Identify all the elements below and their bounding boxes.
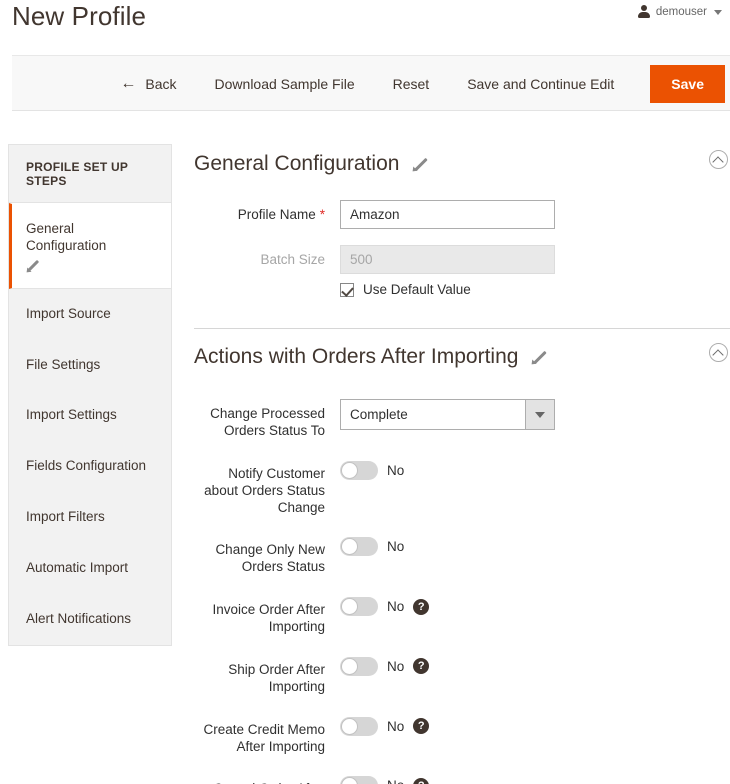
sidebar-item-label: File Settings xyxy=(26,356,101,372)
chevron-down-icon xyxy=(714,10,722,15)
page-header: New Profile demouser xyxy=(0,0,730,55)
user-name: demouser xyxy=(655,5,707,18)
toggle-row: Notify Customer about Orders Status Chan… xyxy=(194,459,730,517)
sidebar-item-alert-notifications[interactable]: Alert Notifications xyxy=(9,594,171,645)
toggle-knob xyxy=(341,598,358,616)
order-status-select[interactable]: Complete xyxy=(340,399,555,430)
profile-steps-sidebar: PROFILE SET UP STEPS General Configurati… xyxy=(8,144,172,646)
actions-section-title: Actions with Orders After Importing xyxy=(194,345,519,368)
actions-section-header: Actions with Orders After Importing xyxy=(194,337,730,377)
admin-page: New Profile demouser ← Back Download Sam… xyxy=(0,0,730,784)
general-configuration-collapse-button[interactable] xyxy=(709,150,728,169)
toggle-switch[interactable] xyxy=(340,597,378,617)
use-default-value-label: Use Default Value xyxy=(363,282,471,297)
toggle-row: Ship Order After Importing No? xyxy=(194,655,730,696)
sidebar-item-automatic-import[interactable]: Automatic Import xyxy=(9,543,171,594)
toggle-value: No xyxy=(387,718,405,734)
sidebar-item-label: Import Filters xyxy=(26,509,105,525)
sidebar-item-label: Fields Configuration xyxy=(26,458,147,474)
help-icon[interactable]: ? xyxy=(413,658,430,675)
arrow-left-icon: ← xyxy=(120,74,137,92)
main-content: General Configuration Profile Name* Batc… xyxy=(194,144,730,784)
help-icon[interactable]: ? xyxy=(413,777,430,784)
user-menu[interactable]: demouser xyxy=(637,5,722,18)
pencil-icon[interactable] xyxy=(26,259,39,272)
sidebar-item-label: Alert Notifications xyxy=(26,610,132,626)
toggle-knob xyxy=(341,538,358,556)
sidebar-item-import-settings[interactable]: Import Settings xyxy=(9,390,171,441)
chevron-down-icon[interactable] xyxy=(525,400,554,429)
required-marker: * xyxy=(319,207,325,222)
toggle-knob xyxy=(341,717,358,735)
use-default-value-checkbox[interactable] xyxy=(340,282,354,297)
sidebar-title: PROFILE SET UP STEPS xyxy=(9,145,171,203)
toggle-value: No xyxy=(387,599,405,615)
toggle-value: No xyxy=(387,539,405,555)
sidebar-item-import-filters[interactable]: Import Filters xyxy=(9,492,171,543)
toggle-row: Invoice Order After Importing No? xyxy=(194,595,730,636)
sidebar-item-label: Automatic Import xyxy=(26,560,129,575)
toggle-value: No xyxy=(387,658,405,674)
batch-size-input[interactable] xyxy=(340,245,555,274)
toggle-switch[interactable] xyxy=(340,716,378,736)
profile-name-row: Profile Name * xyxy=(194,200,730,229)
toggle-row: Cancel Order After Importing No? xyxy=(194,774,730,784)
pencil-icon[interactable] xyxy=(411,156,428,173)
toggle-switch[interactable] xyxy=(340,460,378,480)
toggle-switch[interactable] xyxy=(340,656,378,676)
sidebar-item-label: General Configuration xyxy=(26,221,107,253)
sidebar-item-label: Import Settings xyxy=(26,407,117,423)
sidebar-item-import-source[interactable]: Import Source xyxy=(9,289,171,340)
save-and-continue-edit-button[interactable]: Save and Continue Edit xyxy=(448,66,633,102)
toggle-label: Ship Order After Importing xyxy=(228,661,325,694)
toggle-row: Create Credit Memo After Importing No? xyxy=(194,715,730,756)
toggle-switch[interactable] xyxy=(340,537,378,557)
pencil-icon[interactable] xyxy=(530,349,547,366)
section-divider xyxy=(194,328,730,329)
actions-section-collapse-button[interactable] xyxy=(709,343,728,362)
sidebar-item-label: Import Source xyxy=(26,305,111,321)
reset-button[interactable]: Reset xyxy=(374,66,449,102)
sidebar-item-general-configuration[interactable]: General Configuration xyxy=(9,203,171,289)
toggle-label: Create Credit Memo After Importing xyxy=(203,721,325,754)
toggle-knob xyxy=(341,777,358,784)
page-title: New Profile xyxy=(12,1,147,31)
order-status-selected-value: Complete xyxy=(350,407,408,422)
sidebar-item-file-settings[interactable]: File Settings xyxy=(9,340,171,391)
use-default-value-row[interactable]: Use Default Value xyxy=(340,282,730,297)
profile-name-input[interactable] xyxy=(340,200,555,229)
toggle-knob xyxy=(341,657,358,675)
toggle-knob xyxy=(341,461,358,479)
toggle-label: Cancel Order After Importing xyxy=(194,774,340,784)
toggle-switch[interactable] xyxy=(340,776,378,784)
download-sample-file-button[interactable]: Download Sample File xyxy=(196,66,374,102)
sidebar-item-fields-configuration[interactable]: Fields Configuration xyxy=(9,441,171,492)
toggle-value: No xyxy=(387,778,404,784)
help-icon[interactable]: ? xyxy=(413,598,430,615)
general-configuration-title: General Configuration xyxy=(194,152,400,175)
toggle-label: Invoice Order After Importing xyxy=(212,602,325,634)
user-icon xyxy=(637,5,650,18)
help-icon[interactable]: ? xyxy=(413,718,430,735)
general-configuration-header: General Configuration xyxy=(194,144,730,184)
toggle-label: Change Only New Orders Status xyxy=(215,542,325,575)
toggle-label: Notify Customer about Orders Status Chan… xyxy=(204,465,325,515)
toggle-value: No xyxy=(387,462,405,478)
order-status-row: Change Processed Orders Status To Comple… xyxy=(194,399,730,440)
back-button-label: Back xyxy=(145,75,177,92)
action-toolbar: ← Back Download Sample File Reset Save a… xyxy=(12,55,730,111)
save-button[interactable]: Save xyxy=(650,64,725,103)
batch-size-label: Batch Size xyxy=(260,252,325,267)
order-status-label: Change Processed Orders Status To xyxy=(210,406,325,438)
toggle-row: Change Only New Orders Status No xyxy=(194,535,730,576)
batch-size-row: Batch Size Use Default Value xyxy=(194,245,730,297)
back-button[interactable]: ← Back xyxy=(106,66,195,102)
profile-name-label: Profile Name * xyxy=(237,207,325,222)
